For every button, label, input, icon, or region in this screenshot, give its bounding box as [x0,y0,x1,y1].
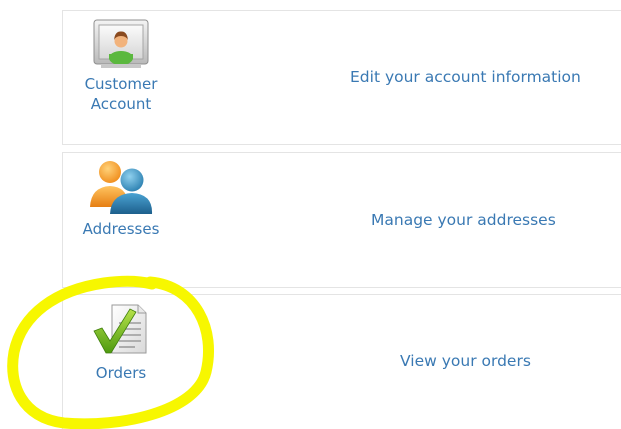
manage-addresses-link[interactable]: Manage your addresses [371,211,556,229]
customer-account-panel: Customer Account Edit your account infor… [62,10,621,145]
orders-label: Orders [95,364,147,382]
customer-account-label-line-1: Customer [84,75,158,93]
customer-account-link[interactable]: Customer Account [63,18,179,114]
account-dashboard: Customer Account Edit your account infor… [0,0,621,429]
view-orders-link[interactable]: View your orders [400,352,531,370]
customer-account-label-line-2: Account [90,95,152,113]
addresses-icon [90,161,153,214]
edit-account-information-link[interactable]: Edit your account information [350,68,581,86]
orders-link[interactable]: Orders [63,301,179,383]
addresses-label: Addresses [82,220,160,238]
addresses-link[interactable]: Addresses [63,157,179,239]
addresses-panel: Addresses Manage your addresses [62,152,621,288]
orders-icon [93,304,147,354]
customer-account-icon [93,19,149,68]
orders-panel: Orders View your orders [62,294,621,429]
